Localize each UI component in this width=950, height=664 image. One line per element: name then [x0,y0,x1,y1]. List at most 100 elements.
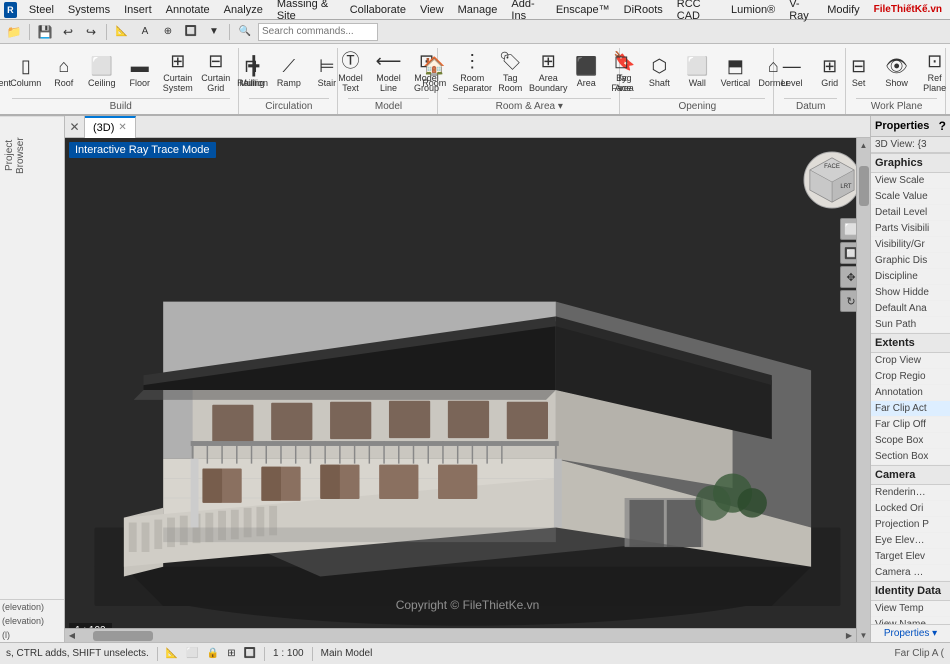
prop-annotation[interactable]: Annotation [871,385,950,401]
prop-scope-box[interactable]: Scope Box [871,433,950,449]
prop-scale-value[interactable]: Scale Value [871,189,950,205]
wall-opening-btn[interactable]: ⬜ Wall [679,50,715,94]
annotate-btn[interactable]: A [135,22,155,42]
camera-section-header[interactable]: Camera [871,465,950,485]
ref-plane-btn[interactable]: ⊡ Ref Plane [917,50,950,94]
search-btn[interactable]: 🔍 [235,22,255,42]
align-btn[interactable]: ⊕ [158,22,178,42]
set-workplane-btn[interactable]: ⊟ Set [841,50,877,94]
properties-link[interactable]: Properties ▾ [871,624,950,642]
prop-visibility-graphics[interactable]: Visibility/Gr [871,237,950,253]
curtain-system-btn[interactable]: ⊞ Curtain System [160,50,196,94]
file-menu-btn[interactable]: 📁 [4,22,24,42]
ramp-btn[interactable]: ⟋ Ramp [271,50,307,94]
component-btn[interactable]: 🪟 Component [0,50,6,94]
menu-item-diroots[interactable]: DiRoots [618,2,669,18]
status-icon-2[interactable]: ⬜ [186,648,198,659]
scroll-down-btn[interactable]: ▼ [857,628,871,642]
menu-item-massing[interactable]: Massing & Site [271,0,342,24]
prop-view-name[interactable]: View Name [871,617,950,624]
prop-parts-visibility[interactable]: Parts Visibili [871,221,950,237]
menu-item-modify[interactable]: Modify [821,2,865,18]
model-text-btn[interactable]: Ⓣ Model Text [333,50,369,94]
menu-item-annotate[interactable]: Annotate [160,2,216,18]
scroll-up-btn[interactable]: ▲ [857,138,871,152]
menu-item-analyze[interactable]: Analyze [218,2,269,18]
search-input[interactable] [258,23,378,41]
menu-item-collaborate[interactable]: Collaborate [344,2,412,18]
prop-rendering-settings[interactable]: Rendering S [871,485,950,501]
prop-show-hidden[interactable]: Show Hidde [871,285,950,301]
area-btn[interactable]: ⬛ Area [568,50,604,94]
scroll-right-btn[interactable]: ▶ [842,629,856,643]
menu-item-systems[interactable]: Systems [62,2,116,18]
undo-btn[interactable]: ↩ [58,22,78,42]
identity-data-section-header[interactable]: Identity Data [871,581,950,601]
status-icon-4[interactable]: ⊞ [227,648,235,659]
prop-discipline[interactable]: Discipline [871,269,950,285]
menu-item-manage[interactable]: Manage [452,2,504,18]
menu-item-vray[interactable]: V-Ray [783,0,819,24]
tag-room-btn[interactable]: 🏷 Tag Room [492,50,528,94]
prop-locked-orientation[interactable]: Locked Ori [871,501,950,517]
prop-far-clip-active[interactable]: Far Clip Act [871,401,950,417]
shaft-btn[interactable]: ⬡ Shaft [641,50,677,94]
scrollbar-vertical[interactable]: ▲ ▼ [856,138,870,642]
railing-btn[interactable]: ⊓ Railing [233,50,269,94]
prop-section-box[interactable]: Section Box [871,449,950,465]
area-boundary-btn[interactable]: ⊞ Area Boundary [530,50,566,94]
menu-item-steel[interactable]: Steel [23,2,60,18]
prop-target-elevation[interactable]: Target Elev [871,549,950,565]
viewport-canvas[interactable]: Interactive Ray Trace Mode [65,138,870,642]
project-browser-tab[interactable]: Project Browser [0,116,64,196]
scrollbar-horizontal[interactable]: ◀ ▶ [65,628,856,642]
menu-item-lumion[interactable]: Lumion® [725,2,781,18]
prop-view-template[interactable]: View Temp [871,601,950,617]
menu-item-enscape[interactable]: Enscape™ [550,2,616,18]
extents-section-header[interactable]: Extents [871,333,950,353]
snap-btn[interactable]: 🔲 [181,22,201,42]
menu-item-view[interactable]: View [414,2,450,18]
curtain-grid-btn[interactable]: ⊟ Curtain Grid [198,50,234,94]
prop-camera-position[interactable]: Camera Pos [871,565,950,581]
menu-item-addins[interactable]: Add-Ins [505,0,547,24]
scroll-left-btn[interactable]: ◀ [65,629,79,643]
prop-eye-elevation[interactable]: Eye Elevatio [871,533,950,549]
column-btn[interactable]: ▯ Column [8,50,44,94]
menu-item-insert[interactable]: Insert [118,2,158,18]
scroll-thumb-v[interactable] [859,166,869,206]
properties-scroll-area[interactable]: Graphics View Scale Scale Value Detail L… [871,153,950,624]
room-separator-btn[interactable]: ⋮ Room Separator [454,50,490,94]
show-workplane-btn[interactable]: 👁 Show [879,50,915,94]
prop-far-clip-offset[interactable]: Far Clip Off [871,417,950,433]
prop-graphic-display[interactable]: Graphic Dis [871,253,950,269]
properties-help-icon[interactable]: ? [939,119,946,133]
more-tools-btn[interactable]: ▼ [204,22,224,42]
scroll-thumb-h[interactable] [93,631,153,641]
save-btn[interactable]: 💾 [35,22,55,42]
vertical-btn[interactable]: ⬒ Vertical [717,50,753,94]
menu-item-rcccad[interactable]: RCC CAD [671,0,723,24]
floor-btn[interactable]: ▬ Floor [122,50,158,94]
status-icon-5[interactable]: 🔲 [244,648,256,659]
by-face-btn[interactable]: ◻ By Face [603,50,639,94]
measure-btn[interactable]: 📐 [112,22,132,42]
room-btn[interactable]: 🏠 Room [416,50,452,94]
status-icon-3[interactable]: 🔒 [207,648,219,659]
model-line-btn[interactable]: ⟵ Model Line [371,50,407,94]
prop-default-analysis[interactable]: Default Ana [871,301,950,317]
prop-projection[interactable]: Projection P [871,517,950,533]
status-icon-1[interactable]: 📐 [166,648,178,659]
prop-view-scale[interactable]: View Scale [871,173,950,189]
prop-sun-path[interactable]: Sun Path [871,317,950,333]
level-btn[interactable]: — Level [774,50,810,94]
prop-crop-region[interactable]: Crop Regio [871,369,950,385]
navigation-cube[interactable]: FACE LRT [802,150,862,210]
viewport-tab-3d[interactable]: (3D) ✕ [85,116,136,138]
viewport-tab-close-btn[interactable]: ✕ [118,122,126,133]
viewport-close-all-btn[interactable]: ✕ [65,116,85,138]
graphics-section-header[interactable]: Graphics [871,153,950,173]
roof-btn[interactable]: ⌂ Roof [46,50,82,94]
ceiling-btn[interactable]: ⬜ Ceiling [84,50,120,94]
redo-btn[interactable]: ↪ [81,22,101,42]
